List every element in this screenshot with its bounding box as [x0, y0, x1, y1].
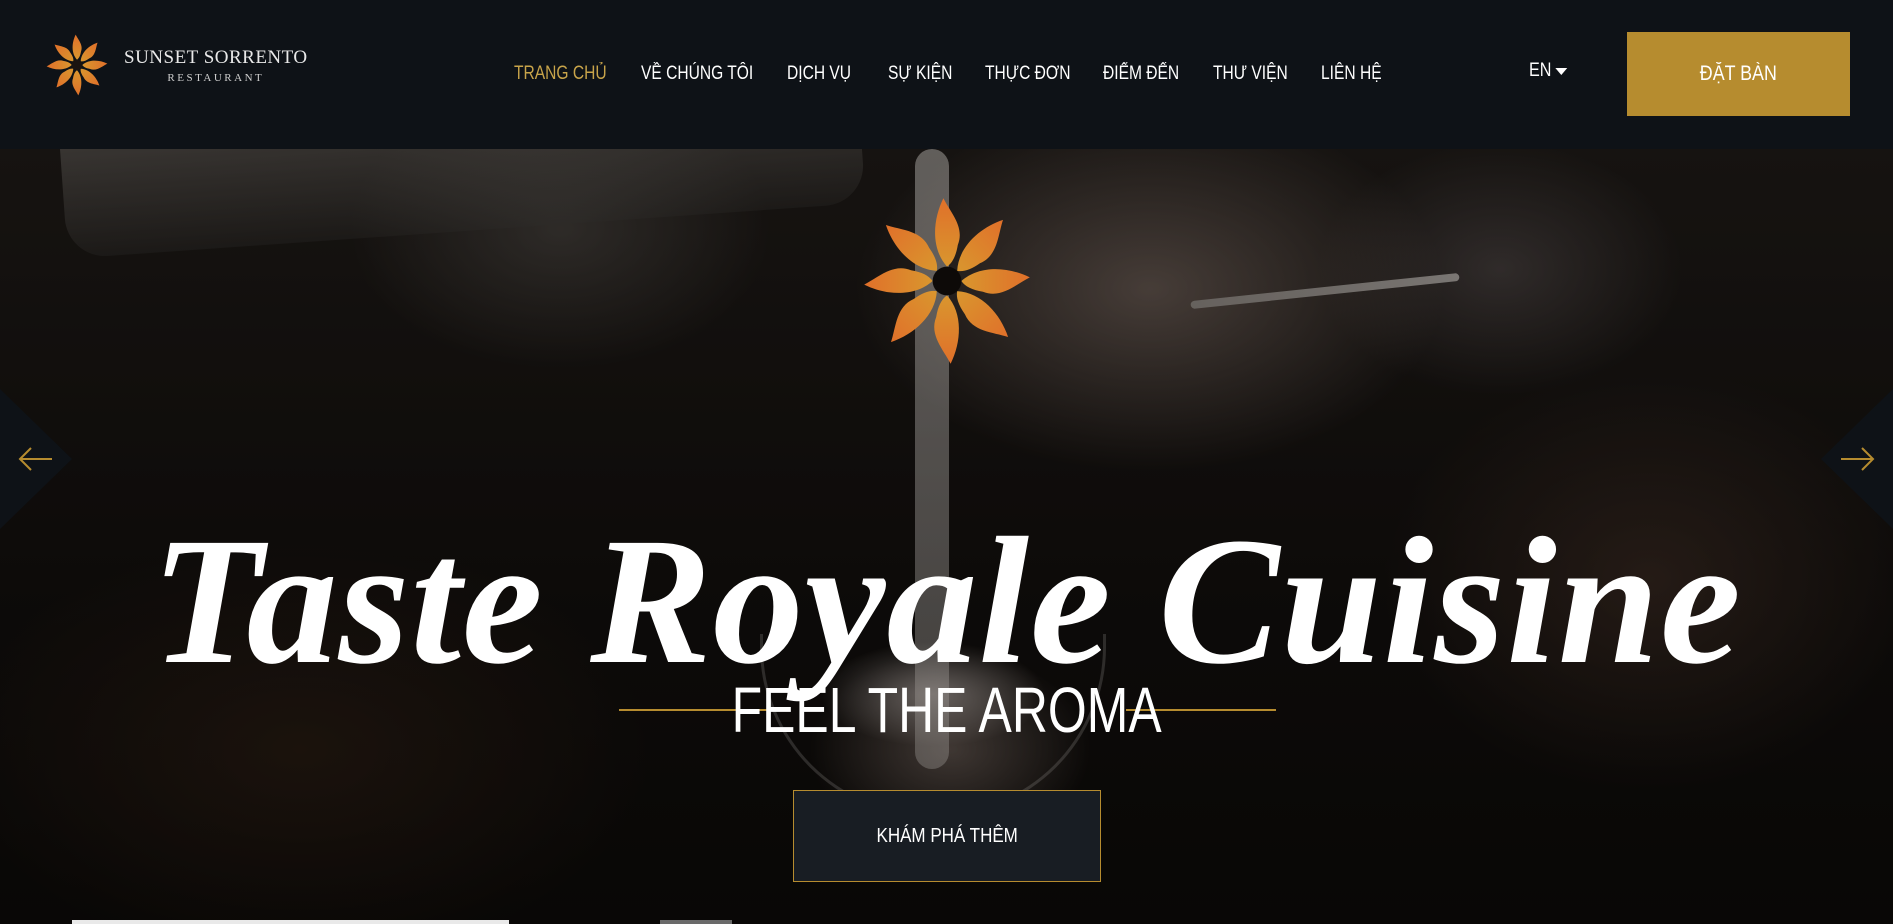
nav-item-about[interactable]: VỀ CHÚNG TÔI — [641, 63, 761, 85]
slider-progress-marker — [660, 920, 732, 924]
nav-item-services[interactable]: DỊCH VỤ — [787, 63, 870, 85]
hero-subtitle: FEEL THE AROMA — [0, 673, 1893, 747]
language-selector[interactable]: EN — [1529, 60, 1568, 82]
explore-more-label: KHÁM PHÁ THÊM — [876, 824, 1018, 847]
nav-item-gallery[interactable]: THƯ VIỆN — [1213, 63, 1302, 85]
nav-item-contact[interactable]: LIÊN HỆ — [1321, 63, 1387, 85]
explore-more-button[interactable]: KHÁM PHÁ THÊM — [793, 790, 1101, 882]
caret-down-icon — [1555, 67, 1568, 75]
brand-wordmark: SUNSET SORRENTO RESTAURANT — [124, 47, 308, 84]
hero-slider: Taste Royale Cuisine FEEL THE AROMA KHÁM… — [0, 149, 1893, 924]
site-header: SUNSET SORRENTO RESTAURANT TRANG CHỦ VỀ … — [0, 0, 1893, 149]
slider-prev-button[interactable] — [0, 389, 72, 529]
book-table-label: ĐẶT BÀN — [1699, 62, 1778, 85]
nav-item-home[interactable]: TRANG CHỦ — [514, 63, 618, 85]
hero-subtitle-text: FEEL THE AROMA — [731, 674, 1162, 746]
main-nav: TRANG CHỦ VỀ CHÚNG TÔI DỊCH VỤ SỰ KIỆN T… — [514, 56, 1401, 92]
brand-name: SUNSET SORRENTO — [124, 46, 308, 68]
sun-star-emblem-icon — [864, 198, 1030, 364]
sun-star-icon — [46, 34, 108, 96]
slider-progress-bar — [72, 920, 509, 924]
nav-item-events[interactable]: SỰ KIỆN — [888, 63, 968, 85]
language-label: EN — [1529, 60, 1552, 81]
nav-item-menu[interactable]: THỰC ĐƠN — [985, 63, 1082, 85]
brand-logo[interactable]: SUNSET SORRENTO RESTAURANT — [44, 30, 334, 100]
book-table-button[interactable]: ĐẶT BÀN — [1627, 32, 1850, 116]
nav-item-destinations[interactable]: ĐIỂM ĐẾN — [1103, 63, 1193, 85]
hero-title: Taste Royale Cuisine — [151, 500, 1742, 702]
slider-next-button[interactable] — [1821, 389, 1893, 529]
brand-tagline: RESTAURANT — [167, 71, 265, 84]
